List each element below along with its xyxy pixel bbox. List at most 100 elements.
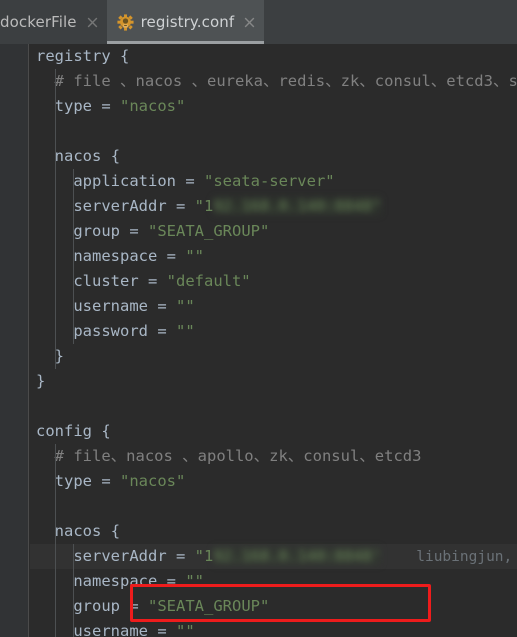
code-token: nacos (54, 522, 102, 540)
conf-gear-icon (117, 13, 134, 31)
code-token: group (73, 222, 120, 240)
code-comment: # file 、nacos 、eureka、redis、zk、consul、et… (54, 72, 517, 90)
code-token: { (110, 522, 121, 540)
code-token: = (147, 622, 176, 637)
code-token: = (175, 172, 204, 190)
code-line[interactable]: application = "seata-server" (30, 169, 517, 194)
code-token: username (73, 297, 148, 315)
code-token: namespace (73, 247, 158, 265)
ide-window: dockerFile registry.conf registry {# fi… (0, 0, 517, 637)
code-line[interactable]: username = "" (30, 619, 517, 637)
code-token: = (147, 322, 176, 340)
code-token: type (54, 472, 92, 490)
code-string: "" (175, 297, 195, 315)
code-token: = (166, 197, 195, 215)
code-string: "" (175, 622, 195, 637)
indent-guide (54, 69, 56, 369)
code-line[interactable]: namespace = "" (30, 569, 517, 594)
code-line[interactable]: type = "nacos" (30, 94, 517, 119)
code-token: type (54, 97, 92, 115)
code-token: serverAddr (73, 547, 167, 565)
code-line[interactable]: username = "" (30, 294, 517, 319)
tab-registry-conf[interactable]: registry.conf (106, 0, 265, 44)
code-string: "nacos" (120, 97, 186, 115)
code-string: "SEATA_GROUP" (148, 597, 270, 615)
code-string: "nacos" (120, 472, 186, 490)
code-token: cluster (73, 272, 139, 290)
code-token: = (147, 297, 176, 315)
code-line[interactable]: } (30, 344, 517, 369)
tab-dockerfile[interactable]: dockerFile (0, 0, 107, 44)
code-string: "1 (194, 197, 214, 215)
code-string: "" (185, 572, 204, 590)
code-token: password (73, 322, 148, 340)
code-line[interactable] (30, 119, 517, 144)
code-line[interactable]: group = "SEATA_GROUP" (30, 219, 517, 244)
code-token: application (73, 172, 176, 190)
code-token: group (73, 597, 120, 615)
code-line[interactable]: password = "" (30, 319, 517, 344)
code-line[interactable]: config { (30, 419, 517, 444)
code-line[interactable]: registry { (30, 44, 517, 69)
code-string: "" (175, 322, 195, 340)
code-token: { (110, 147, 121, 165)
indent-guide (54, 444, 56, 637)
code-token: namespace (73, 572, 158, 590)
code-token: = (166, 547, 195, 565)
code-comment: # file、nacos 、apollo、zk、consul、etcd3 (54, 447, 422, 465)
code-string: "SEATA_GROUP" (148, 222, 270, 240)
code-token: = (120, 597, 148, 615)
code-token: } (54, 347, 65, 365)
redacted-value: 92.168.0.140:8848" (213, 197, 382, 215)
tab-dockerfile-label: dockerFile (0, 13, 77, 31)
git-blame-text: liubingjun, Ye (416, 549, 513, 565)
code-token: config (36, 422, 92, 440)
close-icon[interactable] (86, 16, 99, 29)
code-token: = (92, 472, 120, 490)
editor-gutter[interactable] (0, 44, 29, 637)
tab-registry-conf-label: registry.conf (140, 13, 235, 31)
code-line[interactable]: } (30, 369, 517, 394)
code-token: = (157, 247, 186, 265)
code-string: "1 (194, 547, 214, 565)
code-token: } (36, 372, 46, 390)
code-line[interactable]: cluster = "default" (30, 269, 517, 294)
code-token: username (73, 622, 148, 637)
code-token: { (101, 422, 111, 440)
code-line[interactable]: type = "nacos" (30, 469, 517, 494)
code-line[interactable]: serverAddr = "192.168.0.140:8848' liubin… (30, 544, 517, 569)
code-line[interactable] (30, 494, 517, 519)
code-string: "default" (166, 272, 251, 290)
code-token: { (120, 47, 130, 65)
code-line[interactable]: serverAddr = "192.168.0.140:8848" (30, 194, 517, 219)
code-line[interactable]: namespace = "" (30, 244, 517, 269)
code-token: = (92, 97, 120, 115)
code-string: "seata-server" (203, 172, 335, 190)
code-token: = (157, 572, 186, 590)
code-token: registry (36, 47, 111, 65)
code-string: "" (185, 247, 204, 265)
code-line[interactable]: group = "SEATA_GROUP" (30, 594, 517, 619)
code-token: serverAddr (73, 197, 167, 215)
indent-guide (73, 169, 75, 344)
editor-tab-bar: dockerFile registry.conf (0, 0, 517, 44)
code-line[interactable]: # file 、nacos 、eureka、redis、zk、consul、et… (30, 69, 517, 94)
code-content[interactable]: registry { # file 、nacos 、eureka、redis、z… (30, 44, 517, 637)
close-icon[interactable] (243, 16, 256, 29)
code-token: = (138, 272, 167, 290)
code-line[interactable]: nacos { (30, 519, 517, 544)
code-line[interactable]: # file、nacos 、apollo、zk、consul、etcd3 (30, 444, 517, 469)
code-editor[interactable]: registry { # file 、nacos 、eureka、redis、z… (0, 44, 517, 637)
code-token: nacos (54, 147, 102, 165)
code-line[interactable]: nacos { (30, 144, 517, 169)
code-line[interactable] (30, 394, 517, 419)
redacted-value: 92.168.0.140:8848' (213, 547, 382, 565)
